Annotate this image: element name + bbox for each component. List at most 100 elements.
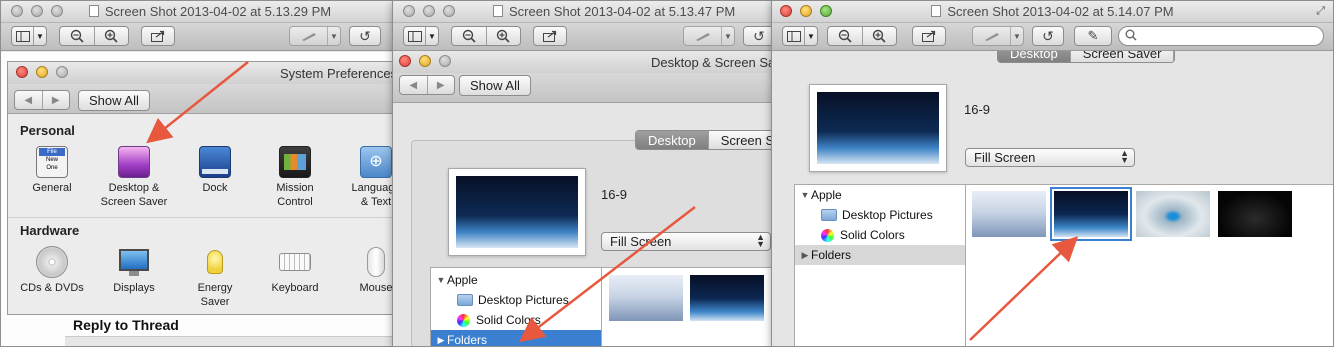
tab-screen-saver[interactable]: Screen Saver [1070,51,1175,62]
energy-saver-icon [199,246,231,278]
view-menu-button[interactable]: ▼ [782,26,818,46]
prefs-toolbar: ◀ ▶ Show All [8,84,406,114]
zoom-in-icon[interactable] [487,27,521,45]
zoom-segment [59,26,129,46]
show-all-button[interactable]: Show All [78,90,150,111]
mouse-body [367,247,385,277]
preview-window-2: Screen Shot 2013-04-02 at 5.13.47 PM ▼ ▼… [392,0,812,347]
title-bar[interactable]: Screen Shot 2013-04-02 at 5.14.07 PM ⤢ [772,1,1333,23]
pref-keyboard[interactable]: Keyboard [255,246,335,295]
pref-dock[interactable]: Dock [175,146,255,195]
pref-desktop-screen-saver[interactable]: Desktop & Screen Saver [94,146,174,209]
zoom-out-icon[interactable] [452,27,487,45]
pref-mission-control[interactable]: Mission Control [255,146,335,209]
zoom-segment [451,26,521,46]
source-list: ▼ Apple Desktop Pictures Solid Colors ▶ Fo… [794,184,966,346]
prefs-title-bar[interactable]: Desktop & Screen Saver [393,51,811,73]
color-wheel-icon [457,313,470,327]
close-button[interactable] [399,55,411,67]
tab-desktop[interactable]: Desktop [998,51,1071,62]
share-button[interactable] [533,26,567,46]
zoom-in-icon[interactable] [95,27,129,45]
wallpaper-thumb-selected[interactable] [1050,187,1132,241]
display-screen [119,248,149,271]
search-input[interactable] [1118,26,1324,46]
document-icon [931,5,942,17]
forward-icon[interactable]: ▶ [43,91,70,109]
disclosure-right-icon: ▶ [801,249,809,260]
desktop-screensaver-window: Desktop & Screen Saver ◀ ▶ Show All Desk… [393,51,811,346]
wallpaper-thumb[interactable] [1218,191,1292,237]
wallpaper-thumb[interactable] [1136,191,1210,237]
section-personal: Personal [20,123,75,138]
disclosure-down-icon: ▼ [436,275,446,285]
pref-general[interactable]: File New One General [12,146,92,195]
cd-dvd-icon [36,246,68,278]
source-desktop-pictures[interactable]: Desktop Pictures [795,205,965,225]
preview-window-3: Screen Shot 2013-04-02 at 5.14.07 PM ⤢ ▼… [771,0,1334,347]
source-apple[interactable]: ▼ Apple [431,270,601,290]
popup-arrows-icon: ▲ ▼ [1120,148,1129,165]
chevron-down-icon: ▼ [330,31,338,41]
back-icon[interactable]: ◀ [400,76,428,94]
share-icon [151,30,165,42]
show-all-button[interactable]: Show All [459,75,531,96]
zoom-out-icon[interactable] [828,27,863,45]
title-bar[interactable]: Screen Shot 2013-04-02 at 5.13.29 PM [1,1,409,23]
minimize-button[interactable] [419,55,431,67]
edit-icon: ✎ [1087,28,1099,43]
popup-arrows-icon: ▲ ▼ [756,232,765,249]
desktop-screensaver-icon [118,146,150,178]
tab-desktop[interactable]: Desktop [636,131,709,149]
source-apple[interactable]: ▼ Apple [795,185,965,205]
toolbar: ▼ ▼ ↺ ✎ [772,23,1333,51]
share-button[interactable] [141,26,175,46]
source-desktop-pictures[interactable]: Desktop Pictures [431,290,601,310]
source-folders[interactable]: ▶ Folders [795,245,965,265]
wallpaper-thumb[interactable] [690,275,764,321]
wallpaper-thumb[interactable] [972,191,1046,237]
view-menu-button[interactable]: ▼ [403,26,439,46]
dock-icon [199,146,231,178]
back-icon[interactable]: ◀ [15,91,43,109]
pref-cds-dvds[interactable]: CDs & DVDs [12,246,92,295]
sidebar-icon [12,27,34,45]
close-button[interactable] [16,66,28,78]
rotate-icon: ↺ [359,27,371,44]
wallpaper-name: 16-9 [964,102,991,117]
tab-bar: Desktop Screen Saver [997,51,1176,63]
pref-displays[interactable]: Displays [94,246,174,295]
back-forward-buttons: ◀ ▶ [14,90,70,110]
annotate-button[interactable]: ▼ [683,26,735,46]
pencil-icon [973,27,1011,45]
share-icon [922,30,936,42]
zoom-out-icon[interactable] [60,27,95,45]
color-wheel-icon [821,228,834,242]
title-bar[interactable]: Screen Shot 2013-04-02 at 5.13.47 PM [393,1,811,23]
rotate-button[interactable]: ↺ [1032,26,1064,46]
fullscreen-icon[interactable]: ⤢ [1316,5,1325,18]
document-icon [493,5,503,17]
sidebar-icon [404,27,426,45]
minimize-button[interactable] [36,66,48,78]
source-solid-colors[interactable]: Solid Colors [431,310,601,330]
annotate-button[interactable]: ▼ [289,26,341,46]
document-icon [88,5,99,17]
zoom-button[interactable] [439,55,451,67]
pref-energy-saver[interactable]: Energy Saver [175,246,255,309]
reply-bar [65,336,405,346]
rotate-button[interactable]: ↺ [349,26,381,46]
source-folders[interactable]: ▶ Folders [431,330,601,346]
edit-button[interactable]: ✎ [1074,26,1112,46]
share-button[interactable] [912,26,946,46]
zoom-button[interactable] [56,66,68,78]
fill-mode-popup[interactable]: Fill Screen ▲ ▼ [965,148,1135,167]
prefs-title-bar[interactable]: System Preferences [8,62,406,84]
fill-mode-popup[interactable]: Fill Screen ▲ ▼ [601,232,771,251]
annotate-button[interactable]: ▼ [972,26,1024,46]
wallpaper-thumb[interactable] [609,275,683,321]
view-menu-button[interactable]: ▼ [11,26,47,46]
source-solid-colors[interactable]: Solid Colors [795,225,965,245]
forward-icon[interactable]: ▶ [428,76,455,94]
zoom-in-icon[interactable] [863,27,897,45]
